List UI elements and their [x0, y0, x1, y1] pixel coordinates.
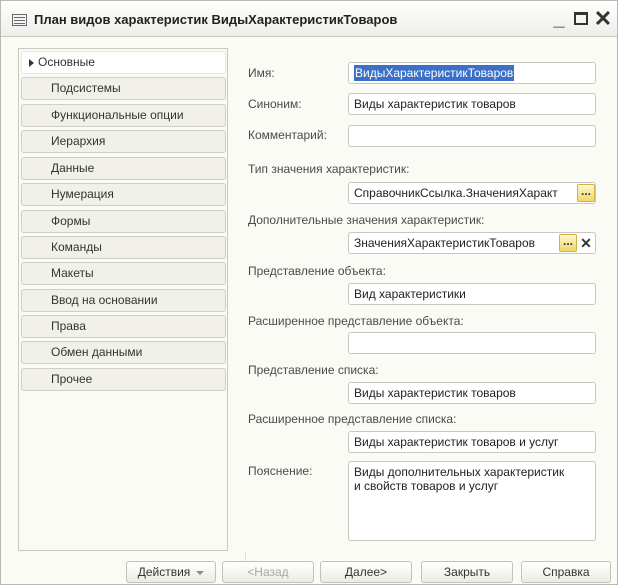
ext-object-repr-label: Расширенное представление объекта: [248, 314, 464, 328]
comment-field[interactable] [348, 125, 596, 147]
explanation-label: Пояснение: [248, 464, 313, 478]
nav-item-other[interactable]: Прочее [21, 368, 226, 391]
nav-item-label: Нумерация [51, 187, 114, 201]
nav-item-main[interactable]: Основные [21, 51, 226, 74]
ext-object-repr-field[interactable] [348, 332, 596, 354]
nav-item-label: Обмен данными [51, 345, 143, 359]
ext-list-repr-label: Расширенное представление списка: [248, 412, 457, 426]
nav-item-label: Иерархия [51, 134, 106, 148]
actions-button-label: Действия [137, 565, 191, 579]
nav-item-input-by-basis[interactable]: Ввод на основании [21, 289, 226, 312]
nav-item-label: Макеты [51, 266, 94, 280]
list-repr-label: Представление списка: [248, 363, 379, 377]
close-window-button[interactable]: ✕ [593, 8, 613, 30]
nav-item-numbering[interactable]: Нумерация [21, 183, 226, 206]
nav-item-commands[interactable]: Команды [21, 236, 226, 259]
value-type-value: СправочникСсылка.ЗначенияХаракт [354, 186, 558, 200]
window-icon [12, 14, 27, 26]
synonym-label: Синоним: [248, 97, 302, 111]
value-type-label: Тип значения характеристик: [248, 162, 410, 176]
name-field[interactable]: ВидыХарактеристикТоваров [348, 62, 596, 84]
extra-values-choose-button[interactable]: ... [559, 234, 577, 252]
clear-icon[interactable]: ✕ [578, 233, 594, 253]
explanation-field[interactable]: Виды дополнительных характеристик и свой… [348, 461, 596, 541]
value-type-field[interactable]: СправочникСсылка.ЗначенияХаракт ... [348, 182, 596, 204]
nav-item-rights[interactable]: Права [21, 315, 226, 338]
close-button[interactable]: Закрыть [421, 561, 513, 583]
maximize-button[interactable] [571, 8, 591, 30]
nav-item-label: Функциональные опции [51, 108, 184, 122]
list-repr-field[interactable]: Виды характеристик товаров [348, 382, 596, 404]
name-label: Имя: [248, 66, 275, 80]
nav-item-label: Команды [51, 240, 102, 254]
window-title: План видов характеристик ВидыХарактерист… [34, 12, 398, 27]
extra-values-value: ЗначенияХарактеристикТоваров [354, 236, 536, 250]
nav-item-label: Подсистемы [51, 81, 121, 95]
extra-values-field[interactable]: ЗначенияХарактеристикТоваров ... ✕ [348, 232, 596, 254]
selected-arrow-icon [29, 59, 34, 67]
nav-item-label: Данные [51, 161, 95, 175]
nav-item-label: Ввод на основании [51, 293, 158, 307]
nav-item-hierarchy[interactable]: Иерархия [21, 130, 226, 153]
extra-values-label: Дополнительные значения характеристик: [248, 213, 485, 227]
ext-list-repr-field[interactable]: Виды характеристик товаров и услуг [348, 431, 596, 453]
name-value: ВидыХарактеристикТоваров [354, 65, 515, 81]
nav-item-forms[interactable]: Формы [21, 210, 226, 233]
next-button[interactable]: Далее> [320, 561, 412, 583]
comment-label: Комментарий: [248, 128, 327, 142]
chevron-down-icon [196, 570, 205, 575]
object-repr-field[interactable]: Вид характеристики [348, 283, 596, 305]
nav-item-functional-options[interactable]: Функциональные опции [21, 104, 226, 127]
object-repr-label: Представление объекта: [248, 264, 386, 278]
title-bar: План видов характеристик ВидыХарактерист… [1, 1, 617, 37]
nav-item-label: Формы [51, 214, 91, 228]
section-nav: Основные Подсистемы Функциональные опции… [18, 48, 228, 551]
nav-item-data[interactable]: Данные [21, 157, 226, 180]
value-type-choose-button[interactable]: ... [577, 184, 595, 202]
minimize-button[interactable]: _ [549, 8, 569, 30]
back-button[interactable]: <Назад [222, 561, 314, 583]
nav-item-subsystems[interactable]: Подсистемы [21, 77, 226, 100]
metadata-editor-window: План видов характеристик ВидыХарактерист… [0, 0, 618, 585]
actions-button[interactable]: Действия [126, 561, 216, 583]
help-button[interactable]: Справка [521, 561, 611, 583]
synonym-field[interactable]: Виды характеристик товаров [348, 93, 596, 115]
nav-item-label: Основные [38, 55, 95, 69]
nav-item-templates[interactable]: Макеты [21, 262, 226, 285]
maximize-icon [574, 11, 588, 25]
nav-item-data-exchange[interactable]: Обмен данными [21, 341, 226, 364]
nav-item-label: Прочее [51, 372, 93, 386]
nav-item-label: Права [51, 319, 86, 333]
